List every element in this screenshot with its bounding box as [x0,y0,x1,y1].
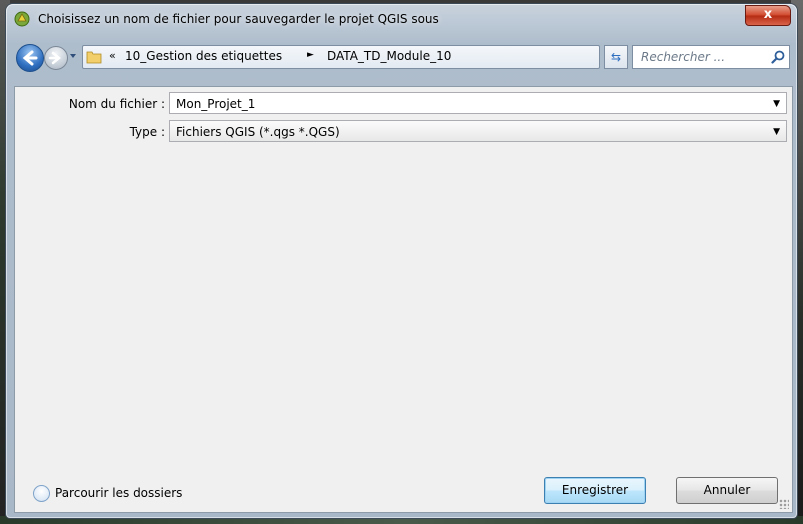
close-icon: x [763,7,773,22]
type-label: Type : [129,125,165,139]
resize-grip[interactable] [779,499,789,509]
breadcrumb-overflow[interactable]: « [109,49,116,62]
filename-label: Nom du fichier : [68,97,165,111]
close-button[interactable]: x [745,5,791,26]
breadcrumb-item-parent[interactable]: 10_Gestion des etiquettes [125,49,282,63]
arrow-left-icon [22,50,38,66]
recent-pages-dropdown-icon[interactable] [68,49,78,63]
refresh-button[interactable]: ⇆ [604,45,628,69]
chevron-down-icon[interactable]: ▼ [773,93,780,115]
search-icon[interactable] [771,50,785,64]
browse-folders-label: Parcourir les dossiers [55,486,183,500]
back-button[interactable] [16,44,44,72]
file-type-value: Fichiers QGIS (*.qgs *.QGS) [176,125,340,139]
refresh-icon: ⇆ [610,50,622,64]
filename-field[interactable]: Mon_Projet_1 ▼ [169,92,787,114]
breadcrumb-item-current[interactable]: DATA_TD_Module_10 [327,49,451,63]
address-bar: « 10_Gestion des etiquettes ► DATA_TD_Mo… [14,42,791,72]
folder-icon [86,51,102,64]
forward-button[interactable] [44,46,68,70]
save-button[interactable]: Enregistrer [544,477,646,504]
filename-value: Mon_Projet_1 [176,97,256,111]
search-input[interactable] [633,46,769,68]
dialog-body: Nom du fichier : Mon_Projet_1 ▼ Type : F… [14,86,793,513]
search-box [632,45,790,69]
title-bar[interactable]: Choisissez un nom de fichier pour sauveg… [6,4,797,34]
cancel-button[interactable]: Annuler [676,477,778,504]
arrow-right-icon [48,51,61,65]
chevron-down-icon[interactable]: ▼ [773,121,780,143]
breadcrumb[interactable]: « 10_Gestion des etiquettes ► DATA_TD_Mo… [82,45,650,69]
window-title: Choisissez un nom de fichier pour sauveg… [38,12,439,26]
breadcrumb-separator[interactable]: ► [307,50,314,60]
file-type-select[interactable]: Fichiers QGIS (*.qgs *.QGS) ▼ [169,120,787,142]
save-dialog: Choisissez un nom de fichier pour sauveg… [6,4,797,518]
qgis-icon [14,11,30,27]
expand-chevron-icon[interactable] [33,485,50,502]
